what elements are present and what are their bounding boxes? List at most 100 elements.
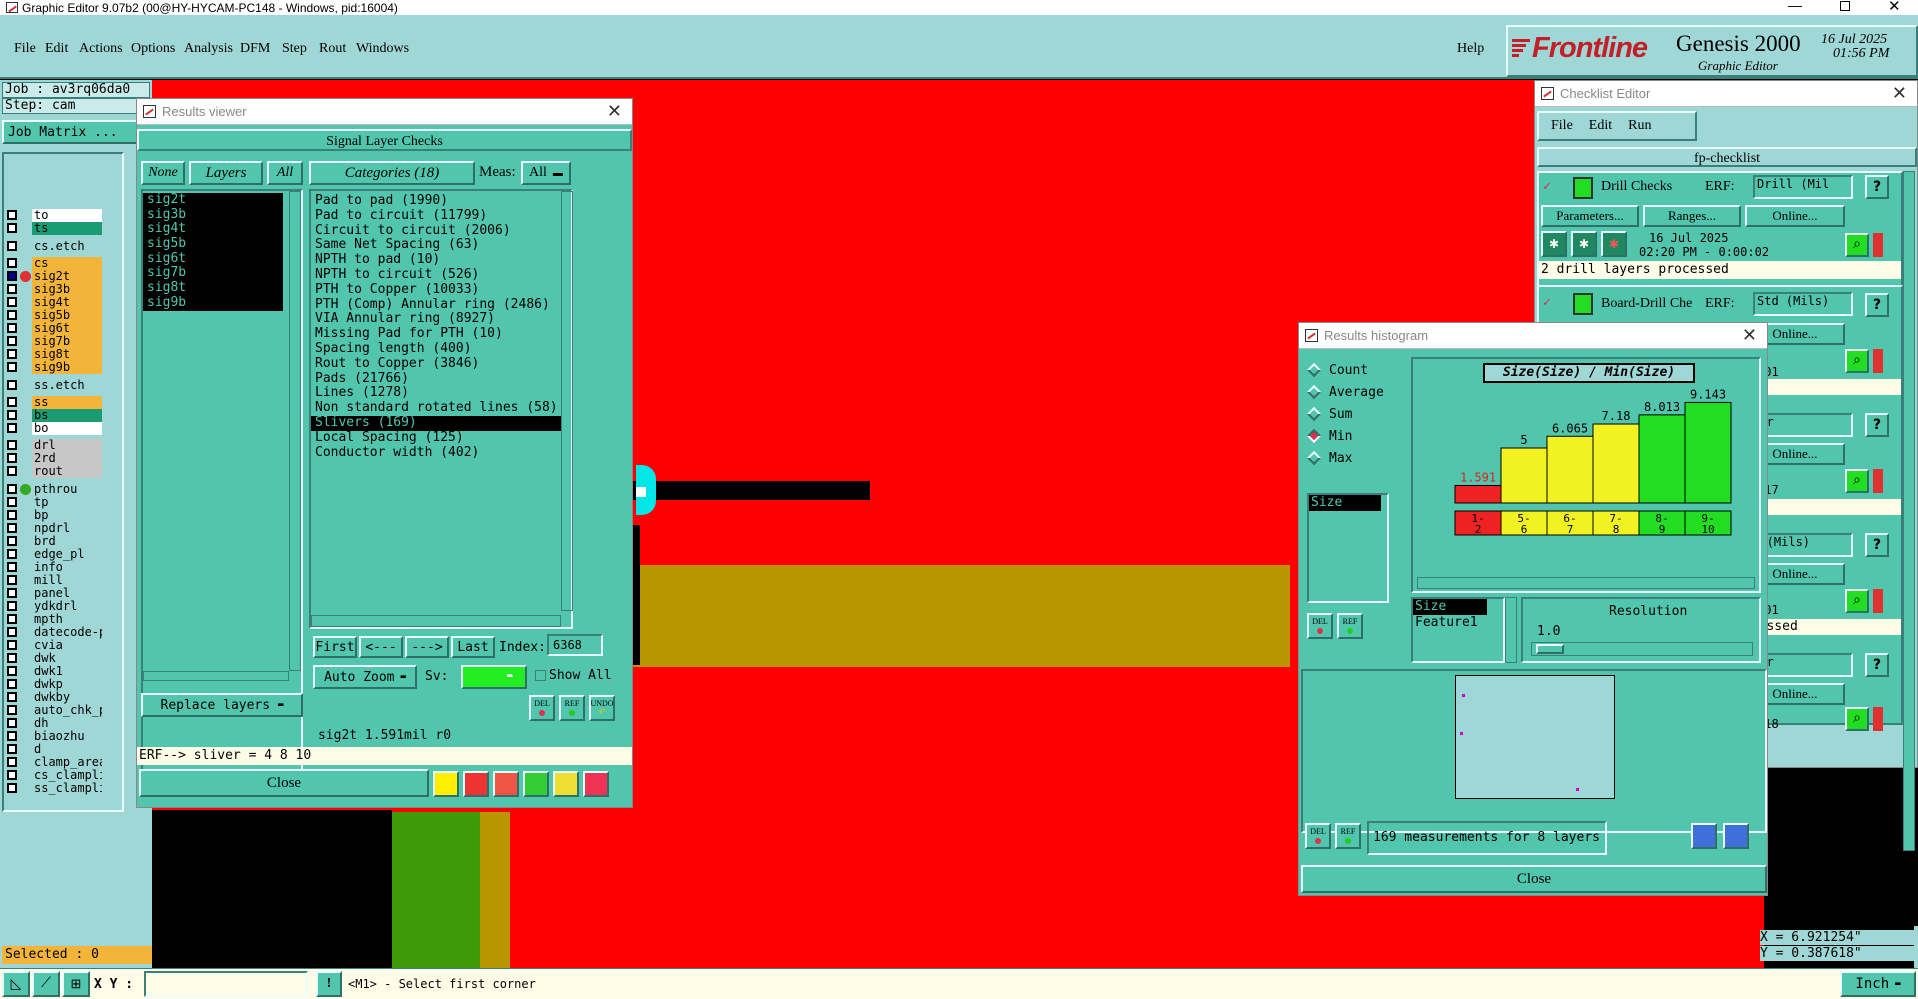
layer-checkbox[interactable]	[7, 453, 17, 463]
layer-row[interactable]: sig8t	[4, 348, 102, 361]
category-item[interactable]: NPTH to circuit (526)	[311, 267, 561, 283]
layer-row[interactable]: dwkp	[4, 678, 102, 691]
next-button[interactable]: --->	[405, 636, 449, 658]
layer-row[interactable]: auto_chk_pn	[4, 704, 102, 717]
menu-file[interactable]: File	[14, 41, 36, 57]
layer-checkbox[interactable]	[7, 523, 17, 533]
category-item[interactable]: Same Net Spacing (63)	[311, 238, 561, 253]
export-view-icon[interactable]	[1691, 823, 1717, 849]
layer-checkbox[interactable]	[7, 692, 17, 702]
layer-checkbox[interactable]	[7, 210, 17, 220]
rectangle-select-icon[interactable]: ◺	[2, 971, 30, 997]
layer-checkbox[interactable]	[7, 336, 17, 346]
layer-row[interactable]: mill	[4, 574, 102, 587]
category-item[interactable]: PTH to Copper (10033)	[311, 282, 561, 298]
report-icon[interactable]	[553, 771, 579, 797]
units-dropdown[interactable]: Inch ▬	[1840, 971, 1916, 997]
attr-selected[interactable]: Size	[1309, 495, 1381, 511]
category-item[interactable]: Pad to pad (1990)	[311, 193, 561, 209]
attr-detail-scrollbar[interactable]	[1505, 597, 1517, 663]
zoom-icon[interactable]: ⌕	[1845, 233, 1869, 257]
zoom-icon-5[interactable]: ⌕	[1845, 707, 1869, 731]
board-drill-checkbox[interactable]: ✓	[1543, 295, 1551, 310]
layers-all-button[interactable]: All	[267, 161, 303, 185]
category-item[interactable]: Non standard rotated lines (58)	[311, 400, 561, 416]
layer-checkbox[interactable]	[7, 744, 17, 754]
board-erf-field[interactable]: Std (Mils)	[1753, 292, 1853, 316]
category-item[interactable]: Slivers (169)	[311, 415, 561, 431]
hist-chart-hscroll[interactable]	[1417, 577, 1755, 589]
minimize-icon[interactable]: —	[1788, 0, 1802, 13]
layer-row[interactable]: cvia	[4, 639, 102, 652]
mode-radio-sum[interactable]: Sum	[1306, 403, 1384, 425]
show-all-checkbox[interactable]	[535, 670, 546, 681]
zoom-icon-2[interactable]: ⌕	[1845, 349, 1869, 373]
category-item[interactable]: NPTH to pad (10)	[311, 252, 561, 268]
drill-state-icon-1[interactable]: ✱	[1541, 231, 1567, 257]
alert-message-icon[interactable]: !	[316, 971, 342, 997]
categories-button[interactable]: Categories (18)	[309, 161, 475, 185]
layer-row[interactable]: edge_pl	[4, 548, 102, 561]
attr-detail-size[interactable]: Size	[1413, 599, 1487, 615]
mode-radio-average[interactable]: Average	[1306, 381, 1384, 403]
layer-checkbox[interactable]	[7, 397, 17, 407]
layer-row[interactable]: ss	[4, 396, 102, 409]
rv-layer-hscroll[interactable]	[143, 671, 289, 681]
layer-row[interactable]: biaozhu	[4, 730, 102, 743]
layer-checkbox[interactable]	[7, 614, 17, 624]
prev-button[interactable]: <---	[359, 636, 403, 658]
layer-row[interactable]: sig5b	[4, 309, 102, 322]
layer-row[interactable]: sig7b	[4, 335, 102, 348]
histogram-bar[interactable]	[1500, 447, 1548, 504]
layer-checkbox[interactable]	[7, 679, 17, 689]
layer-checkbox[interactable]	[7, 297, 17, 307]
ranges-button[interactable]: Ranges...	[1643, 205, 1741, 227]
menu-windows[interactable]: Windows	[356, 41, 409, 57]
category-item[interactable]: Circuit to circuit (2006)	[311, 223, 561, 239]
help-button-3[interactable]: ?	[1865, 413, 1889, 437]
sv-color-dropdown[interactable]: ▬	[461, 665, 527, 689]
rv-layer-item[interactable]: sig7b	[143, 266, 283, 282]
layer-checkbox[interactable]	[7, 323, 17, 333]
online-button[interactable]: Online...	[1745, 205, 1845, 227]
rv-category-items[interactable]: Pad to pad (1990) Pad to circuit (11799) C…	[311, 193, 561, 460]
mode-radio-count[interactable]: Count	[1306, 359, 1384, 381]
layer-checkbox[interactable]	[7, 549, 17, 559]
layer-row[interactable]: clamp_area	[4, 756, 102, 769]
rv-layer-item[interactable]: sig3b	[143, 207, 283, 223]
drill-run-icon[interactable]	[1573, 177, 1593, 199]
close-icon[interactable]: ✕	[1742, 325, 1757, 346]
layer-row[interactable]: sig2t	[4, 270, 102, 283]
layer-checkbox[interactable]	[7, 258, 17, 268]
layer-checkbox[interactable]	[7, 562, 17, 572]
layer-row[interactable]: drl	[4, 439, 102, 452]
rv-layer-item[interactable]: sig5b	[143, 237, 283, 252]
attr-detail-feature[interactable]: Feature1	[1413, 615, 1493, 631]
drill-state-icon-2[interactable]: ✱	[1571, 231, 1597, 257]
histogram-close-button[interactable]: Close	[1301, 865, 1767, 893]
checklist-scrollbar[interactable]	[1903, 171, 1915, 851]
menu-step[interactable]: Step	[282, 41, 307, 57]
meas-dropdown[interactable]: All ▬	[521, 161, 571, 185]
help-button-5[interactable]: ?	[1865, 653, 1889, 677]
category-item[interactable]: Pad to circuit (11799)	[311, 208, 561, 224]
ref-button[interactable]: REF	[559, 695, 585, 721]
layer-row[interactable]: tp	[4, 496, 102, 509]
layer-row[interactable]: mpth	[4, 613, 102, 626]
layer-row[interactable]: bp	[4, 509, 102, 522]
layer-row[interactable]: sig4t	[4, 296, 102, 309]
export-icon[interactable]	[523, 771, 549, 797]
close-icon[interactable]: ✕	[607, 101, 622, 122]
zoom-view-icon[interactable]	[1723, 823, 1749, 849]
category-item[interactable]: Pads (21766)	[311, 371, 561, 387]
layer-checkbox[interactable]	[7, 653, 17, 663]
category-item[interactable]: Local Spacing (125)	[311, 430, 561, 446]
rv-layer-item[interactable]: sig2t	[143, 193, 283, 208]
layer-checkbox[interactable]	[7, 770, 17, 780]
layers-button[interactable]: Layers	[189, 161, 263, 185]
layer-checkbox[interactable]	[7, 497, 17, 507]
layer-checkbox[interactable]	[7, 757, 17, 767]
checklist-menu-file[interactable]: File	[1551, 118, 1573, 134]
histogram-icon[interactable]	[583, 771, 609, 797]
last-button[interactable]: Last	[451, 636, 495, 658]
